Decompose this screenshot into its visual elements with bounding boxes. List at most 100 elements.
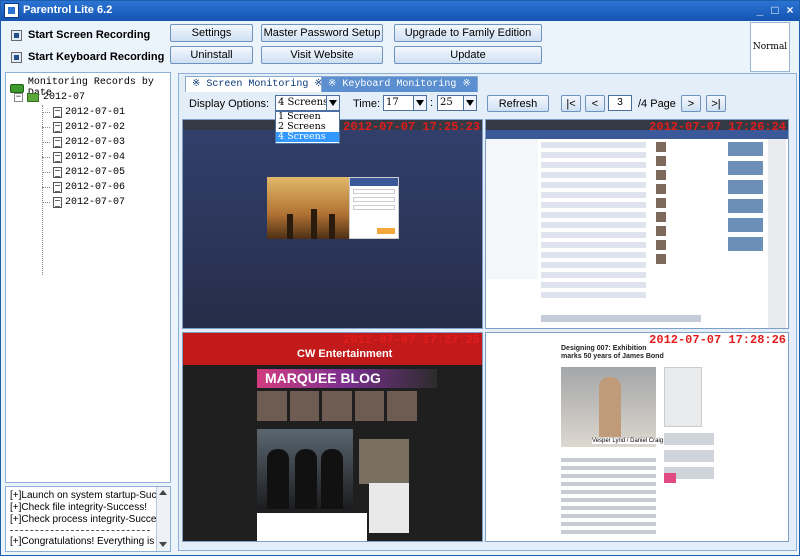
feature-photo — [257, 429, 353, 509]
article-photo — [561, 367, 656, 447]
keyboard-recording-checkbox[interactable] — [11, 51, 22, 63]
log-line: [+]Launch on system startup-Success! — [10, 490, 171, 501]
page-footer — [541, 315, 701, 322]
records-tree[interactable]: Monitoring Records by Date − 2012-07 201… — [5, 72, 171, 483]
scroll-down-icon[interactable] — [159, 542, 167, 547]
next-page-button[interactable]: > — [681, 95, 701, 112]
tree-day-label: 2012-07-07 — [65, 197, 126, 208]
uninstall-button[interactable]: Uninstall — [170, 46, 253, 64]
chevron-down-icon[interactable] — [413, 96, 426, 110]
login-photo — [267, 177, 349, 239]
maximize-icon[interactable]: □ — [768, 3, 782, 18]
screen-thumbnail-1[interactable]: 2012-07-07 17:25:23 — [182, 119, 483, 329]
tree-day-item[interactable]: 2012-07-03 — [42, 137, 125, 148]
display-options-label: Display Options: — [189, 98, 270, 110]
log-panel[interactable]: [+]Launch on system startup-Success! [+]… — [5, 486, 171, 552]
site-logo: CW Entertainment — [297, 348, 393, 360]
document-icon — [53, 167, 62, 178]
gallery-box — [664, 367, 702, 427]
document-icon — [53, 197, 62, 208]
close-icon[interactable]: × — [783, 3, 797, 18]
right-column — [728, 142, 763, 277]
display-options-list[interactable]: 1 Screen 2 Screens 4 Screens — [275, 111, 340, 144]
page-number-input[interactable]: 3 — [608, 95, 632, 111]
keyboard-recording-label: Start Keyboard Recording — [28, 51, 165, 63]
thumbnail-pink — [664, 473, 676, 483]
document-icon — [53, 182, 62, 193]
minute-select[interactable]: 25 — [437, 95, 477, 111]
time-separator: : — [430, 97, 434, 109]
tree-day-label: 2012-07-05 — [65, 167, 126, 178]
tab-keyboard-monitoring[interactable]: ※ Keyboard Monitoring ※ — [321, 76, 478, 92]
upgrade-button[interactable]: Upgrade to Family Edition — [394, 24, 542, 42]
tree-month-node[interactable]: − 2012-07 — [14, 92, 85, 103]
scroll-up-icon[interactable] — [159, 490, 167, 495]
tree-day-item[interactable]: 2012-07-07 — [42, 197, 125, 208]
month-folder-icon — [27, 93, 39, 102]
time-label: Time: — [353, 98, 381, 110]
tree-day-item[interactable]: 2012-07-02 — [42, 122, 125, 133]
side-photo — [359, 439, 409, 484]
last-page-button[interactable]: >| — [706, 95, 726, 112]
screen-recording-label: Start Screen Recording — [28, 29, 151, 41]
minute-value: 25 — [440, 97, 453, 108]
tree-day-item[interactable]: 2012-07-04 — [42, 152, 125, 163]
tree-day-label: 2012-07-04 — [65, 152, 126, 163]
login-form — [349, 177, 399, 239]
document-icon — [53, 137, 62, 148]
screen-recording-checkbox[interactable] — [11, 29, 22, 41]
app-icon — [4, 3, 19, 18]
tree-day-item[interactable]: 2012-07-01 — [42, 107, 125, 118]
minimize-icon[interactable]: _ — [753, 3, 767, 18]
first-page-button[interactable]: |< — [561, 95, 581, 112]
title-bar[interactable]: Parentrol Lite 6.2 _ □ × — [1, 1, 799, 21]
screen-thumbnail-2[interactable]: 2012-07-07 17:26:24 — [485, 119, 789, 329]
tree-month-label: 2012-07 — [43, 92, 86, 103]
photo-caption: Vesper Lynd / Daniel Craig — [592, 438, 664, 444]
tree-day-label: 2012-07-03 — [65, 137, 126, 148]
tree-day-label: 2012-07-01 — [65, 107, 126, 118]
article-area — [257, 513, 367, 541]
tree-day-item[interactable]: 2012-07-05 — [42, 167, 125, 178]
log-line-final: [+]Congratulations! Everything is ready. — [10, 536, 171, 547]
log-scrollbar[interactable] — [156, 487, 170, 551]
document-icon — [53, 122, 62, 133]
settings-button[interactable]: Settings — [170, 24, 253, 42]
app-window: Parentrol Lite 6.2 _ □ × Start Screen Re… — [0, 0, 800, 556]
site-sidebar — [486, 139, 538, 279]
ad-block — [369, 483, 409, 533]
keyboard-recording-toggle[interactable]: Start Keyboard Recording — [11, 51, 164, 63]
tree-day-label: 2012-07-02 — [65, 122, 126, 133]
hour-value: 17 — [386, 97, 399, 108]
collapse-icon[interactable]: − — [14, 93, 23, 102]
display-option-selected[interactable]: 4 Screens — [276, 132, 339, 142]
log-line: [+]Check file integrity-Success! — [10, 502, 147, 513]
screen-recording-toggle[interactable]: Start Screen Recording — [11, 29, 150, 41]
screen-thumbnail-4[interactable]: Designing 007: Exhibition marks 50 years… — [485, 332, 789, 542]
log-line: [+]Check process integrity-Success! — [10, 514, 170, 525]
tree-day-item[interactable]: 2012-07-06 — [42, 182, 125, 193]
page-total-label: /4 Page — [638, 98, 676, 110]
screen-thumbnail-3[interactable]: CW Entertainment MARQUEE BLOG 2012-07-07… — [182, 332, 483, 542]
tab-screen-monitoring[interactable]: ※ Screen Monitoring ※ — [185, 76, 330, 92]
chat-sidebar — [768, 139, 786, 328]
document-icon — [53, 152, 62, 163]
chevron-down-icon[interactable] — [463, 96, 476, 110]
screenshot-timestamp: 2012-07-07 17:28:26 — [649, 333, 786, 347]
document-icon — [53, 107, 62, 118]
window-title: Parentrol Lite 6.2 — [23, 4, 113, 16]
status-mode-box: Normal — [750, 22, 790, 72]
article-headline: Designing 007: Exhibition marks 50 years… — [561, 345, 664, 360]
visit-website-button[interactable]: Visit Website — [261, 46, 383, 64]
feed-thumbnails — [656, 142, 694, 268]
screenshot-timestamp: 2012-07-07 17:25:23 — [343, 120, 480, 134]
update-button[interactable]: Update — [394, 46, 542, 64]
tree-day-label: 2012-07-06 — [65, 182, 126, 193]
display-options-value: 4 Screens — [278, 97, 329, 108]
display-options-select[interactable]: 4 Screens — [275, 95, 340, 111]
refresh-button[interactable]: Refresh — [487, 95, 549, 112]
hour-select[interactable]: 17 — [383, 95, 427, 111]
chevron-down-icon[interactable] — [326, 96, 339, 110]
master-password-button[interactable]: Master Password Setup — [261, 24, 383, 42]
prev-page-button[interactable]: < — [585, 95, 605, 112]
